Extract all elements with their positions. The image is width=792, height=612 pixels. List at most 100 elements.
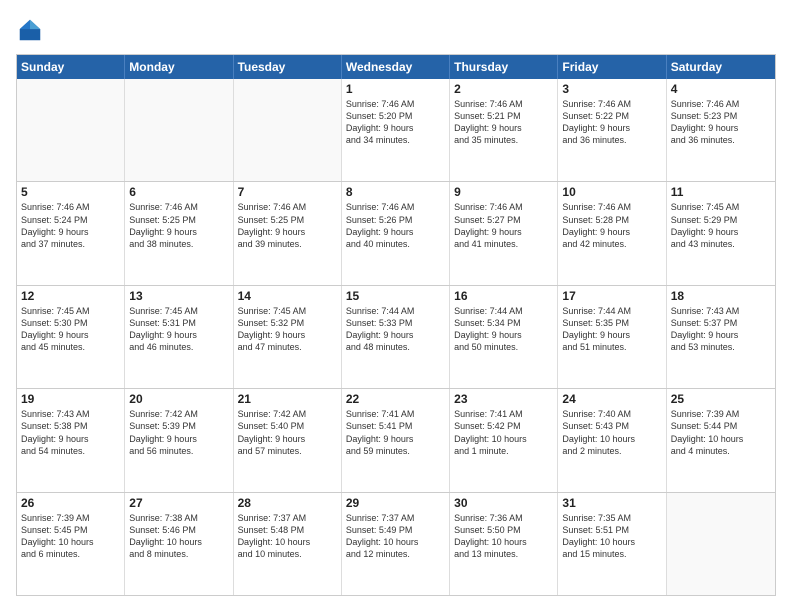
cal-cell: 5 Sunrise: 7:46 AM Sunset: 5:24 PM Daylig… (17, 182, 125, 284)
week-row-0: 1 Sunrise: 7:46 AM Sunset: 5:20 PM Daylig… (17, 79, 775, 181)
cal-cell: 4Sunrise: 7:46 AM Sunset: 5:23 PM Daylig… (667, 79, 775, 181)
day-number: 15 (346, 289, 445, 303)
cal-cell: 18 Sunrise: 7:43 AM Sunset: 5:37 PM Dayli… (667, 286, 775, 388)
day-info: Sunrise: 7:46 AM Sunset: 5:25 PM Dayligh… (129, 201, 228, 250)
day-info: Sunrise: 7:46 AM Sunset: 5:26 PM Dayligh… (346, 201, 445, 250)
day-info: Sunrise: 7:41 AM Sunset: 5:42 PM Dayligh… (454, 408, 553, 457)
cal-cell: 12 Sunrise: 7:45 AM Sunset: 5:30 PM Dayli… (17, 286, 125, 388)
day-number: 18 (671, 289, 771, 303)
cal-cell (667, 493, 775, 595)
day-header-saturday: Saturday (667, 55, 775, 79)
day-number: 2 (454, 82, 553, 96)
day-number: 6 (129, 185, 228, 199)
day-number: 26 (21, 496, 120, 510)
cal-cell: 9 Sunrise: 7:46 AM Sunset: 5:27 PM Daylig… (450, 182, 558, 284)
day-number: 14 (238, 289, 337, 303)
day-info: Sunrise: 7:36 AM Sunset: 5:50 PM Dayligh… (454, 512, 553, 561)
day-number: 1 (346, 82, 445, 96)
cal-cell (234, 79, 342, 181)
cal-cell: 20 Sunrise: 7:42 AM Sunset: 5:39 PM Dayli… (125, 389, 233, 491)
day-number: 9 (454, 185, 553, 199)
day-number: 30 (454, 496, 553, 510)
day-number: 31 (562, 496, 661, 510)
week-row-4: 26 Sunrise: 7:39 AM Sunset: 5:45 PM Dayli… (17, 492, 775, 595)
cal-cell: 1 Sunrise: 7:46 AM Sunset: 5:20 PM Daylig… (342, 79, 450, 181)
day-info: Sunrise: 7:43 AM Sunset: 5:37 PM Dayligh… (671, 305, 771, 354)
day-number: 24 (562, 392, 661, 406)
day-info: Sunrise: 7:45 AM Sunset: 5:32 PM Dayligh… (238, 305, 337, 354)
day-header-wednesday: Wednesday (342, 55, 450, 79)
day-number: 27 (129, 496, 228, 510)
day-number: 21 (238, 392, 337, 406)
day-number: 4 (671, 82, 771, 96)
cal-cell: 15 Sunrise: 7:44 AM Sunset: 5:33 PM Dayli… (342, 286, 450, 388)
day-info: Sunrise: 7:45 AM Sunset: 5:31 PM Dayligh… (129, 305, 228, 354)
day-info: Sunrise: 7:41 AM Sunset: 5:41 PM Dayligh… (346, 408, 445, 457)
day-info: Sunrise: 7:42 AM Sunset: 5:39 PM Dayligh… (129, 408, 228, 457)
cal-cell: 7Sunrise: 7:46 AM Sunset: 5:25 PM Daylig… (234, 182, 342, 284)
day-header-tuesday: Tuesday (234, 55, 342, 79)
cal-cell: 19Sunrise: 7:43 AM Sunset: 5:38 PM Dayli… (17, 389, 125, 491)
day-info: Sunrise: 7:46 AM Sunset: 5:28 PM Dayligh… (562, 201, 661, 250)
day-info: Sunrise: 7:46 AM Sunset: 5:24 PM Dayligh… (21, 201, 120, 250)
cal-cell: 26 Sunrise: 7:39 AM Sunset: 5:45 PM Dayli… (17, 493, 125, 595)
week-row-3: 19Sunrise: 7:43 AM Sunset: 5:38 PM Dayli… (17, 388, 775, 491)
cal-cell: 22 Sunrise: 7:41 AM Sunset: 5:41 PM Dayli… (342, 389, 450, 491)
day-info: Sunrise: 7:39 AM Sunset: 5:44 PM Dayligh… (671, 408, 771, 457)
day-number: 17 (562, 289, 661, 303)
logo (16, 16, 48, 44)
week-row-2: 12 Sunrise: 7:45 AM Sunset: 5:30 PM Dayli… (17, 285, 775, 388)
day-header-sunday: Sunday (17, 55, 125, 79)
header (16, 16, 776, 44)
cal-cell (17, 79, 125, 181)
week-row-1: 5 Sunrise: 7:46 AM Sunset: 5:24 PM Daylig… (17, 181, 775, 284)
cal-cell: 17 Sunrise: 7:44 AM Sunset: 5:35 PM Dayli… (558, 286, 666, 388)
day-info: Sunrise: 7:45 AM Sunset: 5:30 PM Dayligh… (21, 305, 120, 354)
day-number: 10 (562, 185, 661, 199)
day-number: 7 (238, 185, 337, 199)
cal-cell: 11 Sunrise: 7:45 AM Sunset: 5:29 PM Dayli… (667, 182, 775, 284)
day-number: 16 (454, 289, 553, 303)
cal-cell: 16 Sunrise: 7:44 AM Sunset: 5:34 PM Dayli… (450, 286, 558, 388)
day-info: Sunrise: 7:40 AM Sunset: 5:43 PM Dayligh… (562, 408, 661, 457)
cal-cell: 10 Sunrise: 7:46 AM Sunset: 5:28 PM Dayli… (558, 182, 666, 284)
day-info: Sunrise: 7:37 AM Sunset: 5:48 PM Dayligh… (238, 512, 337, 561)
day-info: Sunrise: 7:38 AM Sunset: 5:46 PM Dayligh… (129, 512, 228, 561)
day-header-monday: Monday (125, 55, 233, 79)
day-info: Sunrise: 7:45 AM Sunset: 5:29 PM Dayligh… (671, 201, 771, 250)
calendar: SundayMondayTuesdayWednesdayThursdayFrid… (16, 54, 776, 596)
cal-cell: 14 Sunrise: 7:45 AM Sunset: 5:32 PM Dayli… (234, 286, 342, 388)
cal-cell: 27 Sunrise: 7:38 AM Sunset: 5:46 PM Dayli… (125, 493, 233, 595)
day-number: 11 (671, 185, 771, 199)
day-header-friday: Friday (558, 55, 666, 79)
day-number: 13 (129, 289, 228, 303)
day-info: Sunrise: 7:46 AM Sunset: 5:20 PM Dayligh… (346, 98, 445, 147)
cal-cell: 29Sunrise: 7:37 AM Sunset: 5:49 PM Dayli… (342, 493, 450, 595)
day-number: 3 (562, 82, 661, 96)
day-number: 23 (454, 392, 553, 406)
day-info: Sunrise: 7:46 AM Sunset: 5:27 PM Dayligh… (454, 201, 553, 250)
day-info: Sunrise: 7:46 AM Sunset: 5:21 PM Dayligh… (454, 98, 553, 147)
logo-icon (16, 16, 44, 44)
cal-cell: 23 Sunrise: 7:41 AM Sunset: 5:42 PM Dayli… (450, 389, 558, 491)
day-number: 22 (346, 392, 445, 406)
day-number: 28 (238, 496, 337, 510)
day-info: Sunrise: 7:46 AM Sunset: 5:22 PM Dayligh… (562, 98, 661, 147)
cal-cell: 30 Sunrise: 7:36 AM Sunset: 5:50 PM Dayli… (450, 493, 558, 595)
day-info: Sunrise: 7:44 AM Sunset: 5:33 PM Dayligh… (346, 305, 445, 354)
day-info: Sunrise: 7:44 AM Sunset: 5:34 PM Dayligh… (454, 305, 553, 354)
day-info: Sunrise: 7:44 AM Sunset: 5:35 PM Dayligh… (562, 305, 661, 354)
cal-cell: 13 Sunrise: 7:45 AM Sunset: 5:31 PM Dayli… (125, 286, 233, 388)
cal-cell: 28 Sunrise: 7:37 AM Sunset: 5:48 PM Dayli… (234, 493, 342, 595)
cal-cell (125, 79, 233, 181)
cal-cell: 31 Sunrise: 7:35 AM Sunset: 5:51 PM Dayli… (558, 493, 666, 595)
cal-cell: 25Sunrise: 7:39 AM Sunset: 5:44 PM Dayli… (667, 389, 775, 491)
day-number: 12 (21, 289, 120, 303)
day-info: Sunrise: 7:35 AM Sunset: 5:51 PM Dayligh… (562, 512, 661, 561)
calendar-header: SundayMondayTuesdayWednesdayThursdayFrid… (17, 55, 775, 79)
day-info: Sunrise: 7:39 AM Sunset: 5:45 PM Dayligh… (21, 512, 120, 561)
day-number: 20 (129, 392, 228, 406)
cal-cell: 21Sunrise: 7:42 AM Sunset: 5:40 PM Dayli… (234, 389, 342, 491)
cal-cell: 3 Sunrise: 7:46 AM Sunset: 5:22 PM Daylig… (558, 79, 666, 181)
day-number: 5 (21, 185, 120, 199)
